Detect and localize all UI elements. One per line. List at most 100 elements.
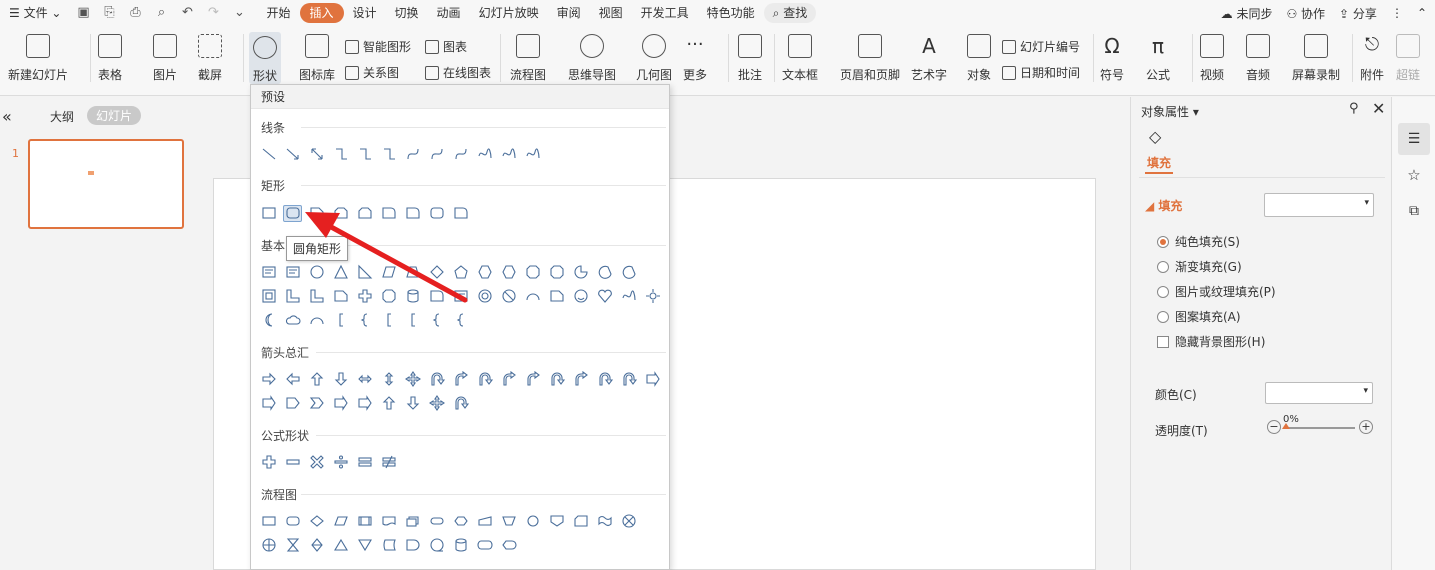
chev-shape[interactable] xyxy=(307,395,326,412)
minus-shape[interactable] xyxy=(283,454,302,471)
plus-icon[interactable]: + xyxy=(1359,420,1373,434)
tab-design[interactable]: 设计 xyxy=(344,3,386,23)
disk-shape[interactable] xyxy=(451,537,470,554)
rtri-shape[interactable] xyxy=(355,264,374,281)
elbow-shape[interactable] xyxy=(379,146,398,163)
data-shape[interactable] xyxy=(331,513,350,530)
shape-button[interactable]: 形状 xyxy=(249,32,282,84)
tab-home[interactable]: 开始 xyxy=(257,3,299,23)
da-shape[interactable] xyxy=(331,371,350,388)
smart-graphic-button[interactable]: 智能图形 xyxy=(345,38,411,55)
chevron-down-icon[interactable]: ⌄ xyxy=(231,5,247,21)
delay-shape[interactable] xyxy=(403,537,422,554)
uturn-shape[interactable] xyxy=(475,371,494,388)
disp-shape[interactable] xyxy=(499,537,518,554)
quad-shape[interactable] xyxy=(403,371,422,388)
round1-shape[interactable] xyxy=(451,205,470,222)
transition-tool-icon[interactable]: ⧉ xyxy=(1398,197,1430,225)
uda-shape[interactable] xyxy=(379,371,398,388)
pin-icon[interactable]: ⚲ xyxy=(1349,101,1359,116)
ua-shape[interactable] xyxy=(379,395,398,412)
hex-shape[interactable] xyxy=(475,264,494,281)
bent-shape[interactable] xyxy=(499,371,518,388)
tab-transition[interactable]: 切换 xyxy=(386,3,428,23)
chord-shape[interactable] xyxy=(595,264,614,281)
uturn-shape[interactable] xyxy=(595,371,614,388)
dstor-shape[interactable] xyxy=(475,537,494,554)
hex-shape[interactable] xyxy=(499,264,518,281)
online-chart-button[interactable]: 在线图表 xyxy=(425,64,491,81)
tab-special[interactable]: 特色功能 xyxy=(698,3,764,23)
manop-shape[interactable] xyxy=(499,513,518,530)
slide-thumbnail[interactable] xyxy=(28,139,184,229)
screen-record-button[interactable]: 屏幕录制 xyxy=(1292,34,1340,83)
radio-picture-fill[interactable]: 图片或纹理填充(P) xyxy=(1157,283,1276,300)
export-icon[interactable]: ⎘ xyxy=(101,5,117,21)
close-icon[interactable]: ✕ xyxy=(1372,99,1385,118)
transparency-slider[interactable] xyxy=(1282,423,1355,429)
chart-button[interactable]: 图表 xyxy=(425,38,467,55)
sort-shape[interactable] xyxy=(307,537,326,554)
tab-outline[interactable]: 大纲 xyxy=(50,108,74,125)
doc-shape[interactable] xyxy=(379,513,398,530)
props-title[interactable]: 对象属性 ▾ xyxy=(1141,103,1199,120)
curve-shape[interactable] xyxy=(451,146,470,163)
la-shape[interactable] xyxy=(283,371,302,388)
moon-shape[interactable] xyxy=(259,312,278,329)
search-button[interactable]: ⌕ 查找 xyxy=(763,3,817,23)
da-shape[interactable] xyxy=(403,395,422,412)
frame-shape[interactable] xyxy=(259,288,278,305)
radio-pattern-fill[interactable]: 图案填充(A) xyxy=(1157,308,1241,325)
pred-shape[interactable] xyxy=(355,513,374,530)
quad-shape[interactable] xyxy=(427,395,446,412)
bent-shape[interactable] xyxy=(451,371,470,388)
color-select[interactable]: ▾ xyxy=(1265,382,1373,404)
eq-shape[interactable] xyxy=(355,454,374,471)
stor-shape[interactable] xyxy=(379,537,398,554)
snip2-shape[interactable] xyxy=(331,205,350,222)
man-shape[interactable] xyxy=(475,513,494,530)
lshape-shape[interactable] xyxy=(307,288,326,305)
tab-review[interactable]: 审阅 xyxy=(548,3,590,23)
collab-button[interactable]: ⚇ 协作 xyxy=(1286,5,1325,22)
share-button[interactable]: ⇪ 分享 xyxy=(1339,5,1377,22)
fill-bucket-icon[interactable]: ◇ xyxy=(1149,127,1161,146)
print-icon[interactable]: ⎙ xyxy=(127,5,143,21)
hyperlink-button[interactable]: 超链 xyxy=(1396,34,1420,83)
round1-shape[interactable] xyxy=(403,205,422,222)
card-shape[interactable] xyxy=(571,513,590,530)
attachment-button[interactable]: ⎋ 附件 xyxy=(1360,34,1384,83)
callr-shape[interactable] xyxy=(355,395,374,412)
darr-shape[interactable] xyxy=(307,146,326,163)
comment-button[interactable]: 批注 xyxy=(738,34,762,83)
screenshot-button[interactable]: 截屏 xyxy=(198,34,222,83)
snip-shape[interactable] xyxy=(307,205,326,222)
radio-gradient-fill[interactable]: 渐变填充(G) xyxy=(1157,258,1242,275)
icon-library-button[interactable]: 图标库 xyxy=(299,34,335,83)
tab-animation[interactable]: 动画 xyxy=(428,3,470,23)
scrib-shape[interactable] xyxy=(619,288,638,305)
preview-icon[interactable]: ⌕ xyxy=(153,5,169,21)
round1-shape[interactable] xyxy=(427,288,446,305)
tab-slides[interactable]: 幻灯片 xyxy=(87,106,142,125)
audio-button[interactable]: 音频 xyxy=(1246,34,1270,83)
redo-icon[interactable]: ↷ xyxy=(205,5,221,21)
snip-shape[interactable] xyxy=(547,288,566,305)
bent-shape[interactable] xyxy=(571,371,590,388)
ua-shape[interactable] xyxy=(307,371,326,388)
object-button[interactable]: 对象 xyxy=(967,34,991,83)
slider-thumb[interactable] xyxy=(1282,423,1290,429)
line-shape[interactable] xyxy=(259,146,278,163)
cloud-shape[interactable] xyxy=(283,312,302,329)
header-footer-button[interactable]: 页眉和页脚 xyxy=(840,34,900,83)
callr-shape[interactable] xyxy=(259,395,278,412)
no-shape[interactable] xyxy=(499,288,518,305)
geometry-button[interactable]: 几何图 xyxy=(636,34,672,83)
alt-shape[interactable] xyxy=(283,513,302,530)
round1-shape[interactable] xyxy=(379,205,398,222)
snip2-shape[interactable] xyxy=(355,205,374,222)
tab-fill[interactable]: 填充 xyxy=(1147,154,1171,171)
plus-shape[interactable] xyxy=(355,288,374,305)
callr-shape[interactable] xyxy=(331,395,350,412)
tab-developer[interactable]: 开发工具 xyxy=(632,3,698,23)
